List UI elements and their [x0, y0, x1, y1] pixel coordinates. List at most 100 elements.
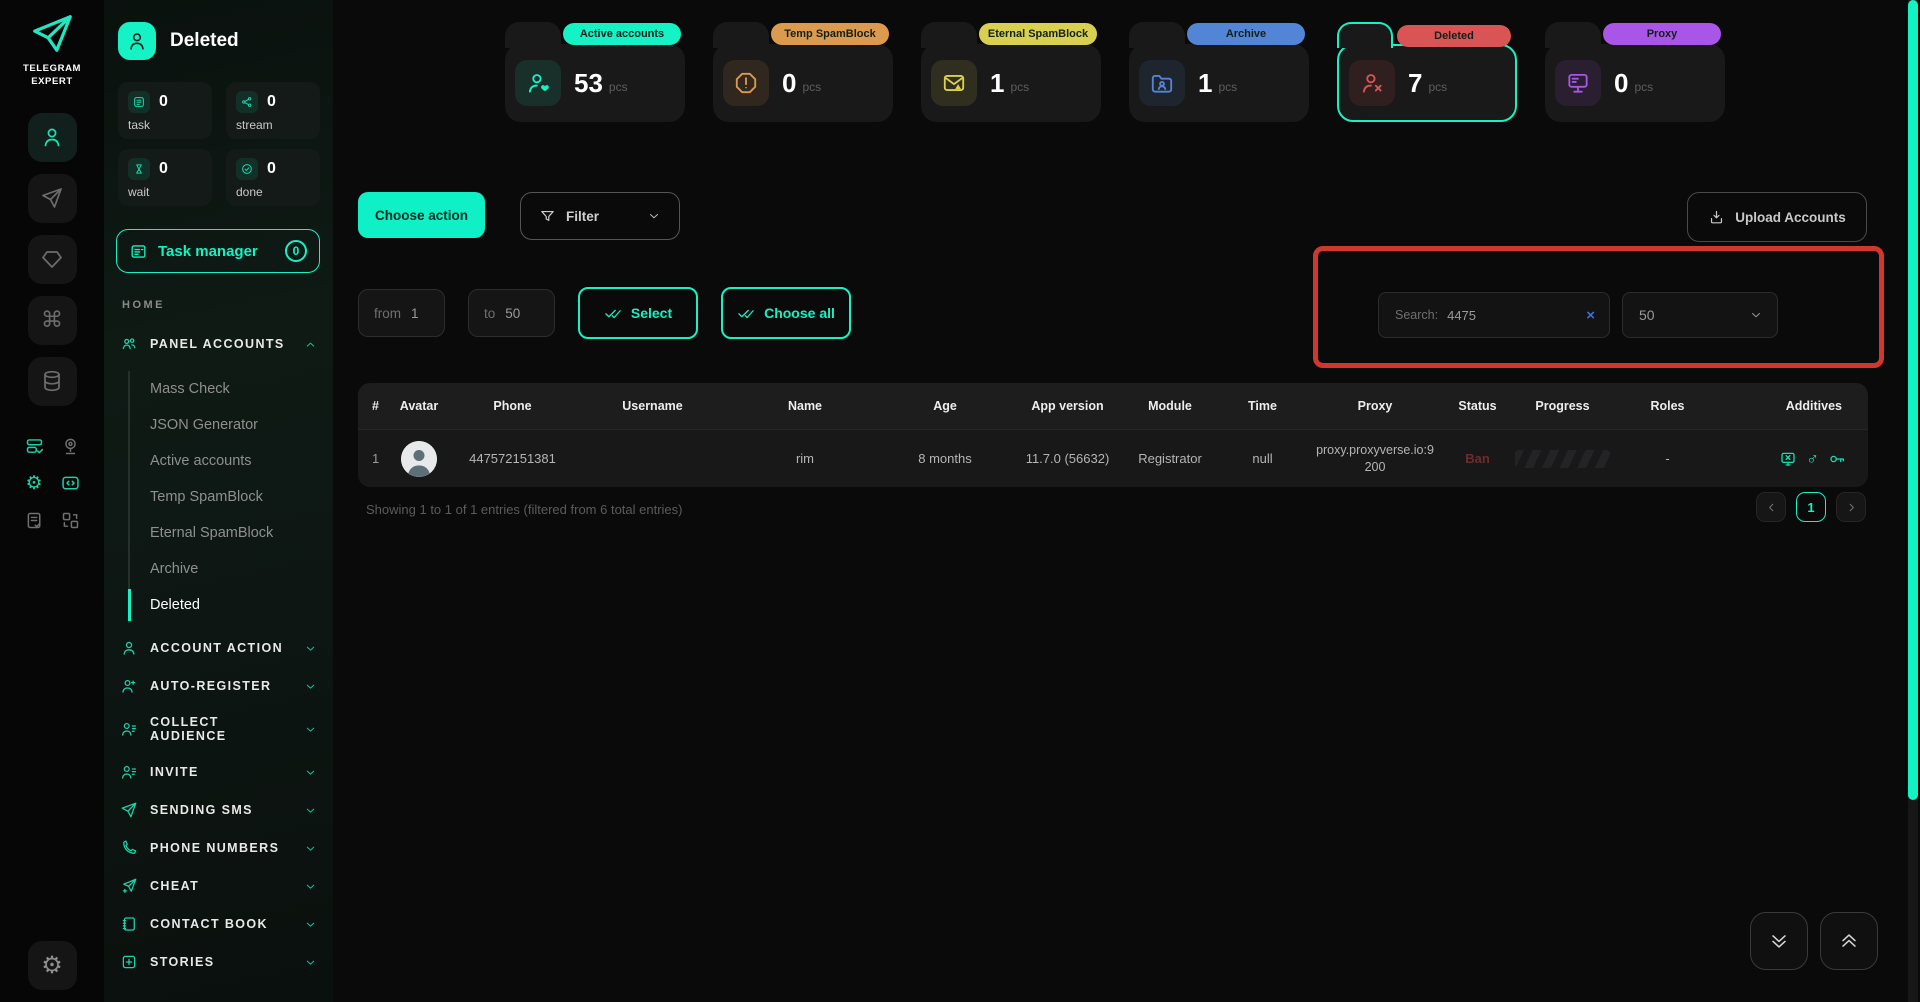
cell-username — [575, 430, 730, 487]
chevron-down-icon — [304, 766, 317, 779]
choose-all-button[interactable]: Choose all — [721, 287, 851, 339]
user-x-icon — [1349, 60, 1395, 106]
clear-search-icon[interactable]: × — [1586, 307, 1595, 324]
monitor-x-icon — [1779, 450, 1797, 468]
rail-command-button[interactable]: ⌘ — [28, 296, 77, 345]
sidebar: Deleted 0 task 0 stream 0 wait 0 done — [104, 0, 333, 1002]
section-panel-accounts[interactable]: PANEL ACCOUNTS — [112, 325, 321, 363]
brand-text: TELEGRAMEXPERT — [23, 63, 81, 89]
section-contact-book[interactable]: CONTACT BOOK — [112, 905, 321, 943]
task-manager-badge: 0 — [285, 240, 307, 262]
page-size-select[interactable]: 50 — [1622, 292, 1778, 338]
search-input[interactable]: Search: 4475 × — [1378, 292, 1610, 338]
section-phone-numbers[interactable]: PHONE NUMBERS — [112, 829, 321, 867]
rail-gem-button[interactable] — [28, 235, 77, 284]
section-sending-sms[interactable]: SENDING SMS — [112, 791, 321, 829]
server-check-icon[interactable] — [23, 436, 45, 458]
prev-page-button[interactable] — [1756, 492, 1786, 522]
user-heart-icon — [515, 60, 561, 106]
cell-phone: 447572151381 — [450, 430, 575, 487]
chevron-down-icon — [304, 842, 317, 855]
user-icon — [120, 639, 138, 657]
section-invite[interactable]: INVITE — [112, 753, 321, 791]
status-card-deleted[interactable]: Deleted 7 pcs — [1337, 44, 1517, 122]
card-tab — [1129, 22, 1185, 48]
stat-done: 0 done — [226, 149, 320, 206]
rail-send-button[interactable] — [28, 174, 77, 223]
to-input[interactable]: to 50 — [468, 289, 555, 337]
funnel-icon — [539, 208, 556, 225]
status-card-proxy[interactable]: Proxy 0 pcs — [1545, 44, 1725, 122]
bot-icon[interactable]: ⚙ — [23, 473, 45, 495]
section-account-action[interactable]: ACCOUNT ACTION — [112, 629, 321, 667]
sidebar-item-eternal-spamblock[interactable]: Eternal SpamBlock — [130, 515, 321, 551]
stat-wait: 0 wait — [118, 149, 212, 206]
status-card-eternal-spamblock[interactable]: Eternal SpamBlock 1 pcs — [921, 44, 1101, 122]
stats-grid: 0 task 0 stream 0 wait 0 done — [118, 82, 321, 206]
sidebar-item-temp-spamblock[interactable]: Temp SpamBlock — [130, 479, 321, 515]
chevron-down-icon — [304, 956, 317, 969]
user-plus-icon — [120, 677, 138, 695]
mail-alert-icon — [931, 60, 977, 106]
card-tab — [505, 22, 561, 48]
send-icon — [120, 801, 138, 819]
status-card-badge: Eternal SpamBlock — [979, 23, 1097, 45]
status-card-archive[interactable]: Archive 1 pcs — [1129, 44, 1309, 122]
choose-action-button[interactable]: Choose action — [358, 192, 485, 238]
toolbar: Choose action Filter — [358, 192, 680, 240]
home-label: HOME — [122, 299, 321, 311]
table-header: #Avatar PhoneUsername NameAge App versio… — [358, 383, 1868, 429]
upload-accounts-button[interactable]: Upload Accounts — [1687, 192, 1867, 242]
phone-icon — [120, 839, 138, 857]
folder-user-icon — [1139, 60, 1185, 106]
brand-logo: TELEGRAMEXPERT — [23, 10, 81, 89]
sidebar-item-json-generator[interactable]: JSON Generator — [130, 407, 321, 443]
table-row[interactable]: 1 447572151381 rim 8 months 11.7.0 (5663… — [358, 429, 1868, 487]
scrollbar-track[interactable] — [1908, 0, 1918, 1002]
cell-index: 1 — [358, 430, 388, 487]
status-card-active-accounts[interactable]: Active accounts 53 pcs — [505, 44, 685, 122]
scroll-to-bottom-button[interactable] — [1750, 912, 1808, 970]
sidebar-item-mass-check[interactable]: Mass Check — [130, 371, 321, 407]
section-cheat[interactable]: CHEAT — [112, 867, 321, 905]
sidebar-item-deleted[interactable]: Deleted — [130, 587, 321, 623]
cell-age: 8 months — [880, 430, 1010, 487]
rail-accounts-button[interactable] — [28, 113, 77, 162]
from-input[interactable]: from 1 — [358, 289, 445, 337]
male-icon: ♂ — [1806, 450, 1819, 467]
rail-settings-button[interactable]: ⚙ — [28, 941, 77, 990]
panel-accounts-submenu: Mass Check JSON Generator Active account… — [128, 371, 321, 623]
entries-summary: Showing 1 to 1 of 1 entries (filtered fr… — [366, 502, 683, 517]
status-cards-row: Active accounts 53 pcs Temp SpamBlock 0 … — [505, 44, 1725, 122]
rail-mini-grid: ⚙ — [23, 436, 81, 532]
chevron-down-icon — [304, 723, 317, 736]
section-stories[interactable]: STORIES — [112, 943, 321, 981]
cell-progress — [1515, 430, 1610, 487]
cell-module: Registrator — [1125, 430, 1215, 487]
chevron-down-icon — [647, 209, 661, 223]
rail-database-button[interactable] — [28, 357, 77, 406]
double-chevron-up-icon — [1838, 930, 1860, 952]
select-button[interactable]: Select — [578, 287, 698, 339]
webcam-icon[interactable] — [59, 436, 81, 458]
filter-dropdown[interactable]: Filter — [520, 192, 680, 240]
swap-icon[interactable] — [59, 510, 81, 532]
code-window-icon[interactable] — [59, 473, 81, 495]
current-page-button[interactable]: 1 — [1796, 492, 1826, 522]
people-icon — [120, 335, 138, 353]
chevron-down-icon — [1749, 308, 1763, 322]
sidebar-item-archive[interactable]: Archive — [130, 551, 321, 587]
scroll-to-top-button[interactable] — [1820, 912, 1878, 970]
status-card-temp-spamblock[interactable]: Temp SpamBlock 0 pcs — [713, 44, 893, 122]
scroll-buttons — [1750, 912, 1878, 970]
cell-name: rim — [730, 430, 880, 487]
section-auto-register[interactable]: AUTO-REGISTER — [112, 667, 321, 705]
next-page-button[interactable] — [1836, 492, 1866, 522]
user-list-icon — [120, 763, 138, 781]
notes-check-icon[interactable] — [23, 510, 45, 532]
section-collect-audience[interactable]: COLLECT AUDIENCE — [112, 705, 321, 753]
scrollbar-thumb[interactable] — [1908, 0, 1918, 800]
task-manager-button[interactable]: Task manager 0 — [116, 229, 320, 273]
page-title: Deleted — [170, 30, 239, 52]
sidebar-item-active-accounts[interactable]: Active accounts — [130, 443, 321, 479]
